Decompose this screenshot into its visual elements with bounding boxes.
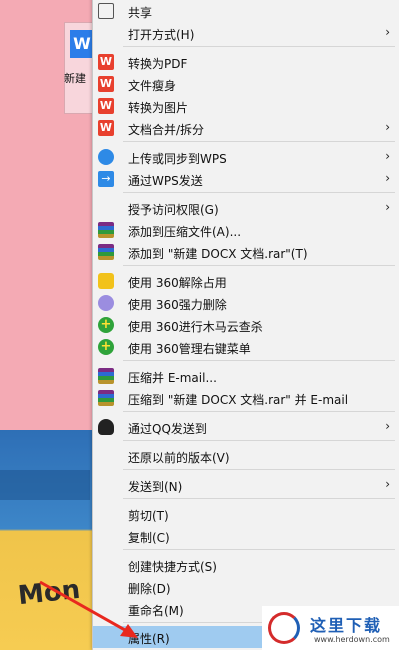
site-logo-icon <box>268 612 300 644</box>
share-icon <box>98 3 114 19</box>
wps-doc-icon: W <box>70 30 94 58</box>
menu-item-compress-rar-email[interactable]: 压缩到 "新建 DOCX 文档.rar" 并 E-mail <box>93 387 399 409</box>
menu-separator <box>123 498 395 499</box>
send-icon: → <box>98 171 114 187</box>
wps-icon: W <box>98 120 114 136</box>
menu-separator <box>123 265 395 266</box>
context-menu: 共享 打开方式(H) › W 转换为PDF W 文件瘦身 W 转换为图片 W 文… <box>92 0 399 650</box>
cloud-upload-icon <box>98 149 114 165</box>
menu-item-upload-wps[interactable]: 上传或同步到WPS › <box>93 146 399 168</box>
menu-item-qq-send[interactable]: 通过QQ发送到 › <box>93 416 399 438</box>
wps-icon: W <box>98 98 114 114</box>
menu-item-share[interactable]: 共享 <box>93 0 399 22</box>
menu-separator <box>123 46 395 47</box>
menu-item-file-slim[interactable]: W 文件瘦身 <box>93 73 399 95</box>
menu-item-360-delete[interactable]: 使用 360强力删除 <box>93 292 399 314</box>
menu-item-copy[interactable]: 复制(C) <box>93 525 399 547</box>
chevron-right-icon: › <box>385 419 390 433</box>
menu-separator <box>123 469 395 470</box>
menu-item-grant-access[interactable]: 授予访问权限(G) › <box>93 197 399 219</box>
menu-item-convert-pdf[interactable]: W 转换为PDF <box>93 51 399 73</box>
winrar-icon <box>98 222 114 238</box>
360-scan-icon: + <box>98 317 114 333</box>
menu-separator <box>123 141 395 142</box>
desktop-file-label: 新建 <box>64 72 86 85</box>
winrar-icon <box>98 368 114 384</box>
360-menu-icon: + <box>98 339 114 355</box>
winrar-icon <box>98 244 114 260</box>
menu-separator <box>123 440 395 441</box>
chevron-right-icon: › <box>385 200 390 214</box>
360-unlock-icon <box>98 273 114 289</box>
chevron-right-icon: › <box>385 120 390 134</box>
menu-item-360-scan[interactable]: + 使用 360进行木马云查杀 <box>93 314 399 336</box>
watermark: 这里下载 www.herdown.com <box>262 606 399 650</box>
menu-item-convert-image[interactable]: W 转换为图片 <box>93 95 399 117</box>
menu-item-send-wps[interactable]: → 通过WPS发送 › <box>93 168 399 190</box>
chevron-right-icon: › <box>385 149 390 163</box>
wallpaper-stripe <box>0 470 90 500</box>
menu-separator <box>123 192 395 193</box>
menu-item-add-archive[interactable]: 添加到压缩文件(A)... <box>93 219 399 241</box>
menu-separator <box>123 360 395 361</box>
menu-item-send-to[interactable]: 发送到(N) › <box>93 474 399 496</box>
winrar-icon <box>98 390 114 406</box>
menu-item-open-with[interactable]: 打开方式(H) › <box>93 22 399 44</box>
menu-item-360-menu[interactable]: + 使用 360管理右键菜单 <box>93 336 399 358</box>
menu-separator <box>123 411 395 412</box>
menu-item-delete[interactable]: 删除(D) <box>93 576 399 598</box>
360-delete-icon <box>98 295 114 311</box>
menu-separator <box>123 549 395 550</box>
chevron-right-icon: › <box>385 477 390 491</box>
menu-item-360-unlock[interactable]: 使用 360解除占用 <box>93 270 399 292</box>
qq-icon <box>98 419 114 435</box>
chevron-right-icon: › <box>385 171 390 185</box>
chevron-right-icon: › <box>385 25 390 39</box>
menu-item-create-shortcut[interactable]: 创建快捷方式(S) <box>93 554 399 576</box>
menu-item-merge-split[interactable]: W 文档合并/拆分 › <box>93 117 399 139</box>
wps-icon: W <box>98 76 114 92</box>
menu-item-restore-versions[interactable]: 还原以前的版本(V) <box>93 445 399 467</box>
wps-icon: W <box>98 54 114 70</box>
menu-item-add-to-rar[interactable]: 添加到 "新建 DOCX 文档.rar"(T) <box>93 241 399 263</box>
menu-item-cut[interactable]: 剪切(T) <box>93 503 399 525</box>
menu-item-compress-email[interactable]: 压缩并 E-mail... <box>93 365 399 387</box>
